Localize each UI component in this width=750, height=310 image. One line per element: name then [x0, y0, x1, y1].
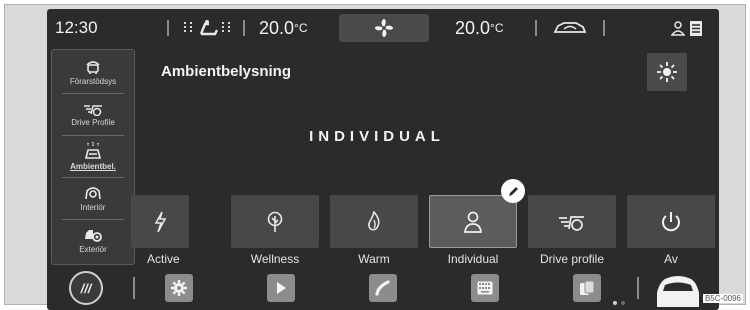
lightning-icon [154, 211, 167, 232]
home-button[interactable]: /// [69, 271, 103, 305]
sidebar-item-label: Förarstödsys [69, 77, 117, 86]
pencil-icon [508, 186, 518, 196]
mode-label-individual: Individual [447, 252, 499, 266]
clock: 12:30 [55, 18, 98, 37]
tree-icon [267, 211, 283, 232]
phone-icon [375, 280, 390, 296]
settings-icon [171, 280, 187, 296]
mode-tile-active[interactable] [131, 195, 189, 248]
mode-tile-warm[interactable] [330, 195, 418, 248]
mode-label-active: Active [147, 252, 180, 266]
brightness-button[interactable] [647, 53, 687, 91]
mode-label-off: Av [664, 252, 678, 266]
vehicle-button[interactable] [653, 271, 703, 307]
ambient-light-icon [84, 142, 102, 159]
mode-label: INDIVIDUAL [309, 128, 445, 145]
page-indicator-dot [621, 301, 625, 305]
drive-profile-icon [84, 105, 102, 116]
phone-button[interactable] [369, 274, 397, 302]
notes-icon [690, 20, 702, 36]
temp-right-unit: °C [490, 21, 504, 35]
driver-assist-icon [86, 61, 100, 74]
mode-label-drive-profile: Drive profile [539, 252, 605, 266]
flame-icon [368, 210, 380, 231]
exterior-icon [85, 230, 102, 242]
sidebar-item-interior[interactable]: Interiör [52, 178, 134, 219]
sidebar-item-driver-assist[interactable]: Förarstödsys [52, 52, 134, 93]
temperature-left[interactable]: 20.0 °C [259, 9, 308, 47]
status-separator [535, 20, 537, 36]
mode-tile-drive-profile[interactable] [528, 195, 616, 248]
mode-tile-individual[interactable] [429, 195, 517, 248]
drive-profile-icon [559, 215, 584, 231]
person-icon [464, 211, 482, 233]
interior-icon [85, 187, 101, 200]
infotainment-screen: 12:30 20.0 °C 20.0 °C Förarstödsys Drive… [47, 9, 719, 310]
page-title: Ambientbelysning [161, 63, 292, 80]
dock-separator [133, 277, 135, 299]
sidebar-item-label: Interiör [80, 203, 106, 212]
status-separator [603, 20, 605, 36]
fan-icon [374, 18, 394, 38]
power-icon [662, 211, 680, 231]
temperature-right[interactable]: 20.0 °C [455, 9, 504, 47]
status-icons [671, 9, 702, 47]
dock-separator [637, 277, 639, 299]
sidebar-item-label: Ambientbel. [70, 162, 116, 171]
mode-tile-wellness[interactable] [231, 195, 319, 248]
temp-right-value: 20.0 [455, 17, 491, 38]
sidebar-item-ambient[interactable]: Ambientbel. [52, 136, 134, 177]
sun-icon [657, 62, 677, 82]
mode-label-warm: Warm [358, 252, 390, 266]
vehicle-icon [657, 276, 699, 307]
edit-button[interactable] [501, 179, 525, 203]
sidebar-item-label: Exteriör [79, 245, 107, 254]
status-separator [167, 20, 169, 36]
seat-heating-icon[interactable] [179, 9, 235, 47]
keyboard-icon [477, 281, 493, 295]
sidebar-item-label: Drive Profile [71, 118, 115, 127]
play-icon [277, 282, 286, 294]
app-connect-button[interactable] [573, 274, 601, 302]
media-button[interactable] [267, 274, 295, 302]
mode-label-wellness: Wellness [250, 252, 300, 266]
fan-button[interactable] [339, 14, 429, 42]
car-recirculation-icon[interactable] [552, 9, 588, 47]
keyboard-button[interactable] [471, 274, 499, 302]
temp-left-value: 20.0 [259, 17, 295, 38]
sidebar: Förarstödsys Drive Profile Ambientbel. I… [51, 49, 135, 265]
sidebar-item-drive-profile[interactable]: Drive Profile [52, 94, 134, 135]
mode-tile-off[interactable] [627, 195, 715, 248]
user-profile-icon [671, 21, 685, 36]
sidebar-item-exterior[interactable]: Exteriör [52, 220, 134, 261]
settings-button[interactable] [165, 274, 193, 302]
app-connect-icon [580, 280, 595, 295]
page-indicator-dot [613, 301, 617, 305]
temp-left-unit: °C [294, 21, 308, 35]
reference-code: B5C-0096 [702, 294, 743, 303]
device-frame: 12:30 20.0 °C 20.0 °C Förarstödsys Drive… [4, 4, 746, 310]
status-separator [243, 20, 245, 36]
